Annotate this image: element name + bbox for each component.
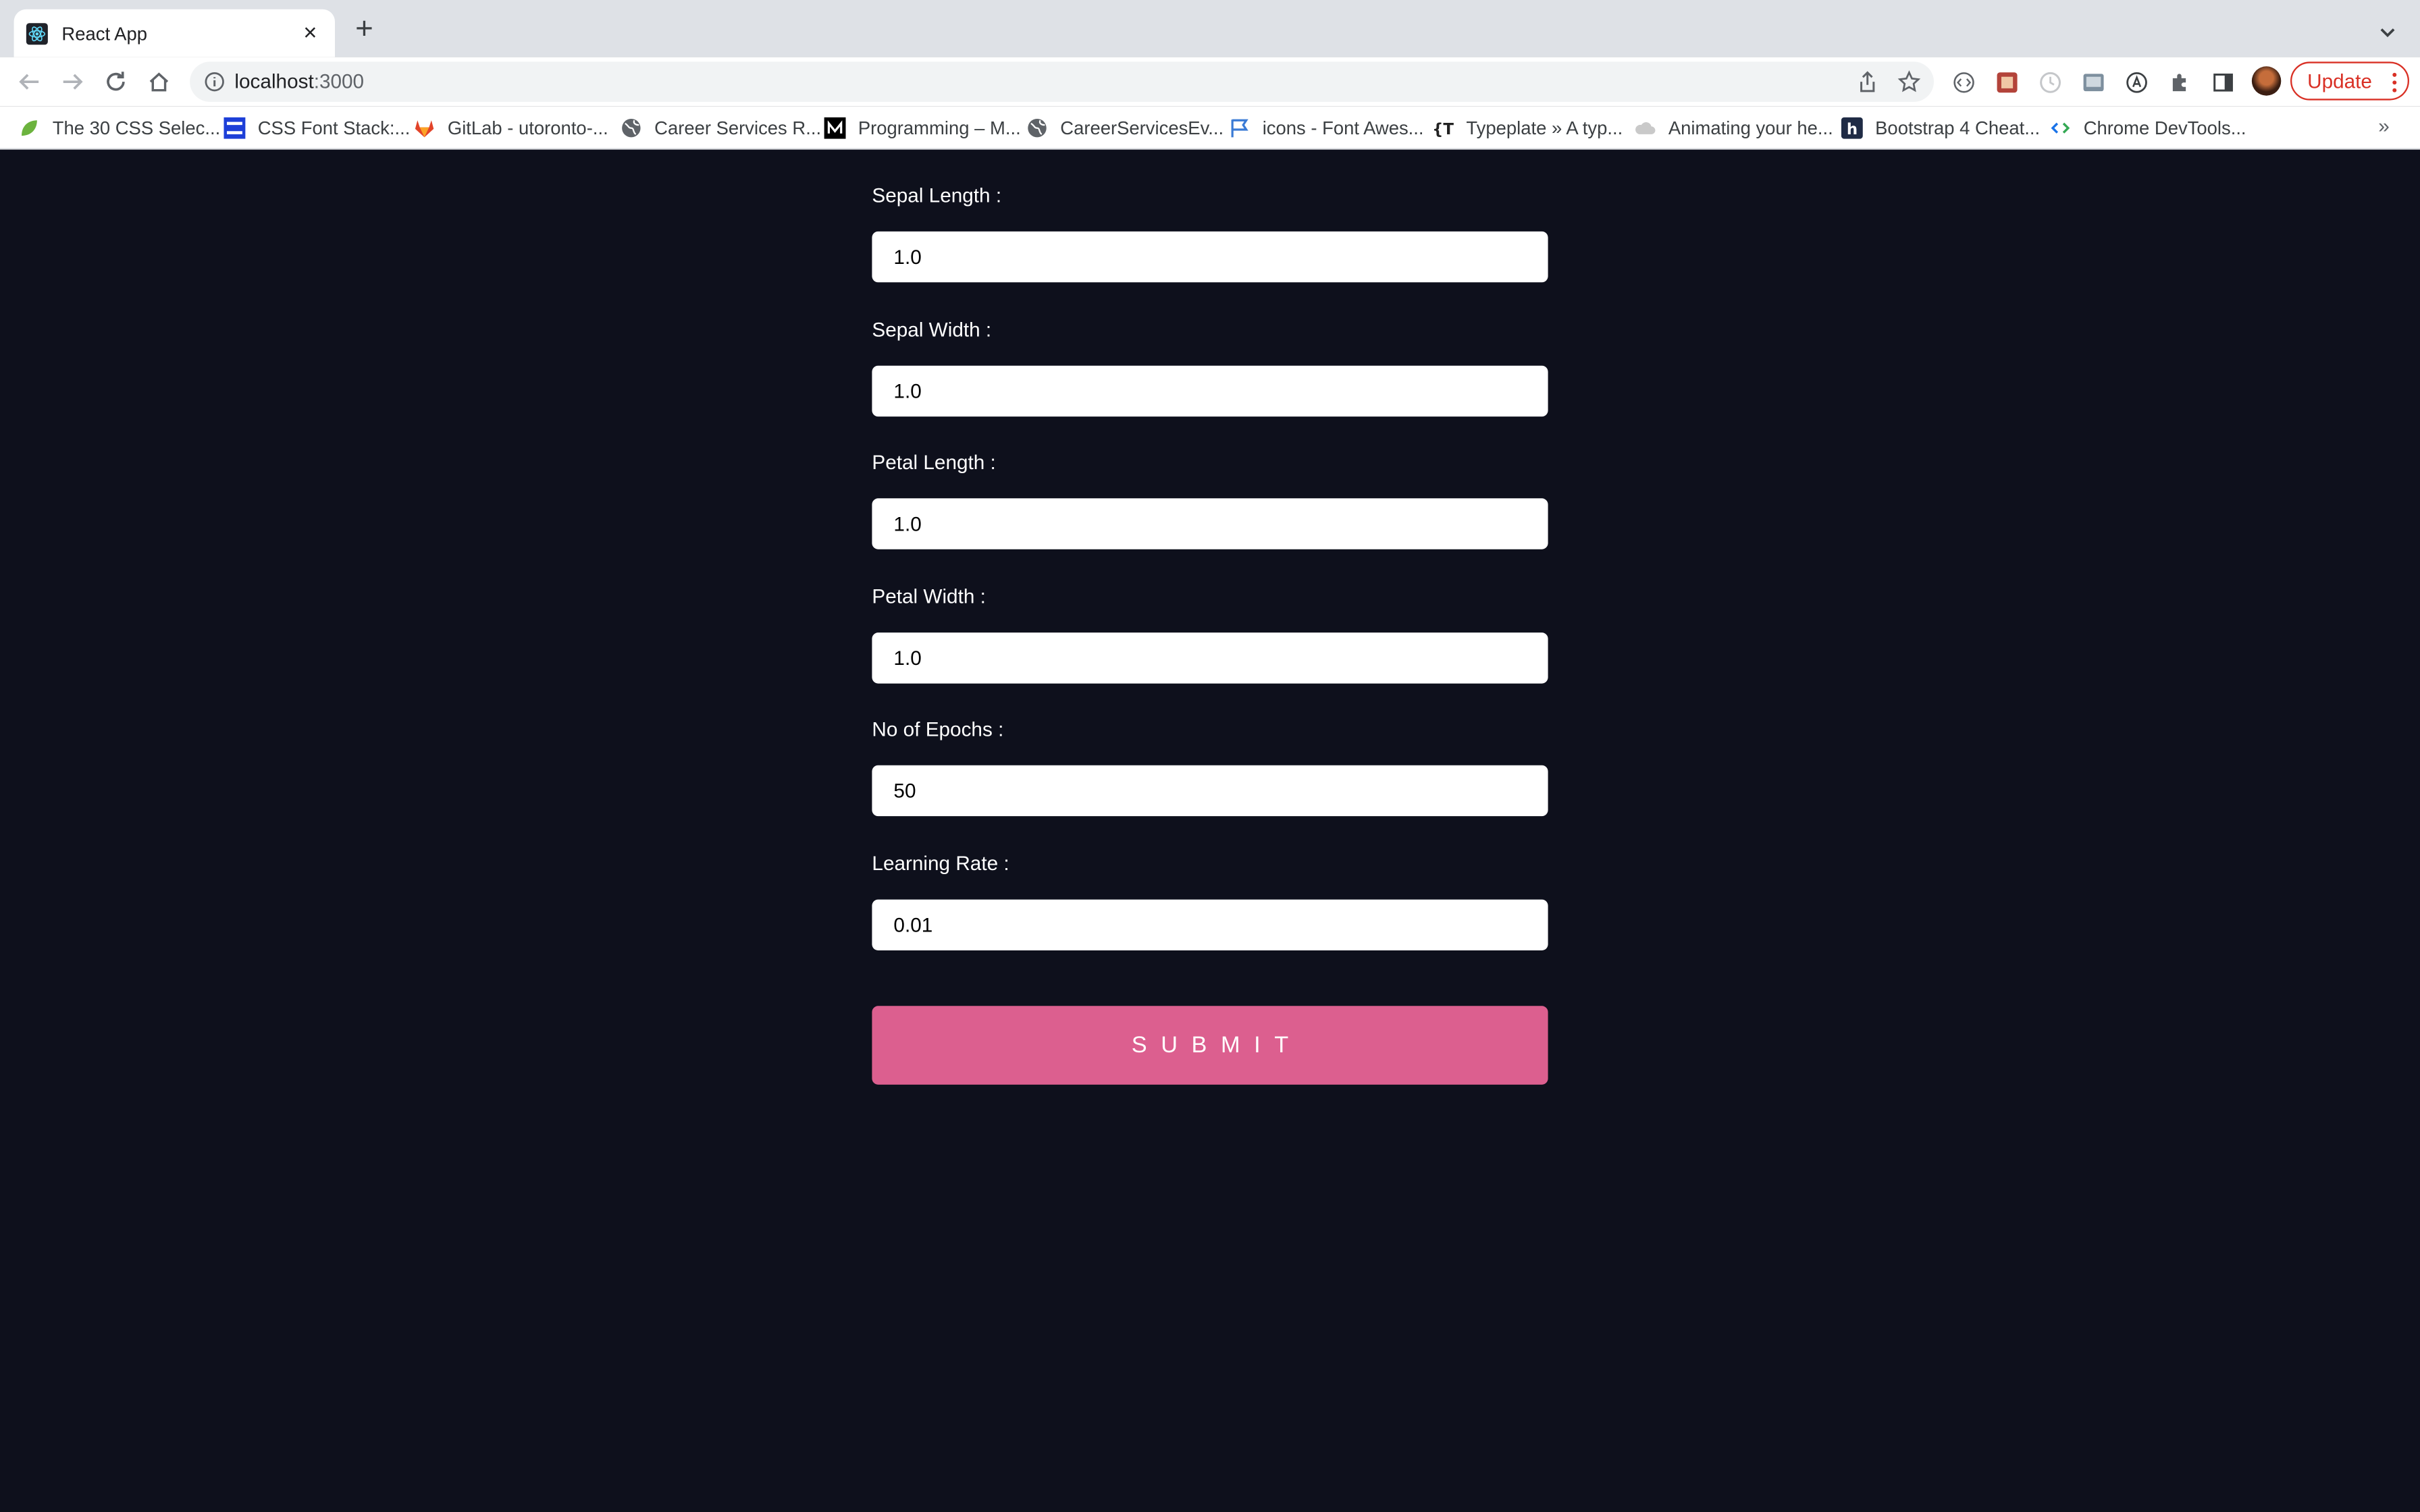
learning-rate-input[interactable]: 0.01 (872, 899, 1548, 950)
star-icon[interactable] (1897, 70, 1922, 94)
bookmarks-bar: The 30 CSS Selec... CSS Font Stack:... G… (0, 106, 2420, 150)
bootstrap-icon: h (1841, 117, 1863, 139)
submit-label: SUBMIT (1131, 1032, 1303, 1058)
extensions-puzzle-icon[interactable] (2167, 70, 2192, 94)
puzzle-game-extension-icon[interactable] (1994, 70, 2019, 94)
bookmark-item[interactable]: CSS Font Stack:... (223, 115, 410, 140)
reload-icon[interactable] (102, 68, 130, 96)
url-host: localhost (234, 69, 314, 93)
bookmark-label: Typeplate » A typ... (1466, 117, 1623, 139)
update-label: Update (2307, 69, 2372, 93)
bookmark-label: CareerServicesEv... (1060, 117, 1224, 139)
bookmark-label: Programming – M... (858, 117, 1021, 139)
bookmarks-overflow-button[interactable]: » (2378, 114, 2390, 137)
submit-button[interactable]: SUBMIT (872, 1006, 1548, 1085)
bookmark-label: Career Services R... (654, 117, 822, 139)
browser-tab[interactable]: React App × (14, 9, 335, 57)
petal-length-label: Petal Length : (872, 450, 996, 474)
bookmark-label: Chrome DevTools... (2083, 117, 2246, 139)
petal-width-input[interactable]: 1.0 (872, 632, 1548, 684)
typeplate-icon: {T} (1432, 117, 1454, 139)
timer-extension-icon[interactable] (2037, 70, 2062, 94)
epochs-input[interactable]: 50 (872, 765, 1548, 817)
back-icon[interactable] (16, 68, 43, 96)
bookmark-item[interactable]: h Bootstrap 4 Cheat... (1841, 115, 2040, 140)
bookmark-item[interactable]: Animating your he... (1635, 115, 1833, 140)
bookmark-item[interactable]: Chrome DevTools... (2049, 115, 2246, 140)
close-icon[interactable]: × (298, 20, 323, 46)
svg-text:{T}: {T} (1432, 121, 1454, 138)
tab-strip: React App × + (0, 0, 2420, 57)
flag-icon (1228, 117, 1250, 139)
address-bar[interactable]: localhost:3000 (190, 61, 1934, 102)
epochs-label: No of Epochs : (872, 717, 1004, 741)
petal-length-input[interactable]: 1.0 (872, 498, 1548, 549)
url-port: :3000 (313, 69, 365, 93)
bookmark-item[interactable]: CareerServicesEv... (1026, 115, 1224, 140)
bookmark-label: Animating your he... (1668, 117, 1833, 139)
share-icon[interactable] (1855, 70, 1880, 94)
sepal-width-input[interactable]: 1.0 (872, 365, 1548, 417)
side-panel-icon[interactable] (2210, 70, 2235, 94)
forward-icon[interactable] (59, 68, 86, 96)
globe-icon (1026, 117, 1048, 139)
bookmark-label: The 30 CSS Selec... (52, 117, 221, 139)
image-extension-icon[interactable] (2080, 70, 2105, 94)
bookmark-label: icons - Font Awes... (1262, 117, 1424, 139)
bookmark-item[interactable]: GitLab - utoronto-... (414, 115, 608, 140)
browser-toolbar: localhost:3000 Update (0, 57, 2420, 107)
petal-width-label: Petal Width : (872, 585, 986, 608)
cloud-icon (1635, 117, 1656, 139)
new-tab-button[interactable]: + (350, 14, 378, 45)
chevron-down-icon[interactable] (2373, 18, 2401, 46)
react-icon (26, 22, 48, 45)
bookmark-item[interactable]: Career Services R... (621, 115, 821, 140)
sepal-length-label: Sepal Length : (872, 183, 1002, 207)
svg-text:h: h (1847, 121, 1858, 138)
page-content: Sepal Length : 1.0 Sepal Width : 1.0 Pet… (0, 149, 2420, 1512)
devtools-icon (2049, 117, 2071, 139)
medium-icon (824, 117, 846, 139)
profile-avatar[interactable] (2251, 66, 2282, 96)
gitlab-icon (414, 117, 436, 139)
update-button[interactable]: Update (2290, 61, 2409, 101)
bookmark-label: CSS Font Stack:... (257, 117, 411, 139)
url-text: localhost:3000 (234, 69, 365, 93)
bookmark-item[interactable]: The 30 CSS Selec... (18, 115, 220, 140)
learning-rate-label: Learning Rate : (872, 851, 1009, 875)
bookmark-item[interactable]: Programming – M... (824, 115, 1021, 140)
globe-icon (621, 117, 642, 139)
code-extension-icon[interactable] (1951, 70, 1976, 94)
cssfontstack-icon (223, 117, 246, 139)
bookmark-label: Bootstrap 4 Cheat... (1875, 117, 2041, 139)
sepal-length-input[interactable]: 1.0 (872, 231, 1548, 283)
home-icon[interactable] (145, 68, 173, 96)
font-extension-icon[interactable] (2124, 70, 2149, 94)
bookmark-item[interactable]: icons - Font Awes... (1228, 115, 1424, 140)
tab-title: React App (61, 22, 147, 45)
more-vert-icon (2392, 72, 2397, 92)
bookmark-label: GitLab - utoronto-... (447, 117, 608, 139)
bookmark-item[interactable]: {T} Typeplate » A typ... (1432, 115, 1623, 140)
leaf-icon (18, 117, 40, 139)
info-icon[interactable] (204, 71, 226, 92)
sepal-width-label: Sepal Width : (872, 317, 992, 342)
